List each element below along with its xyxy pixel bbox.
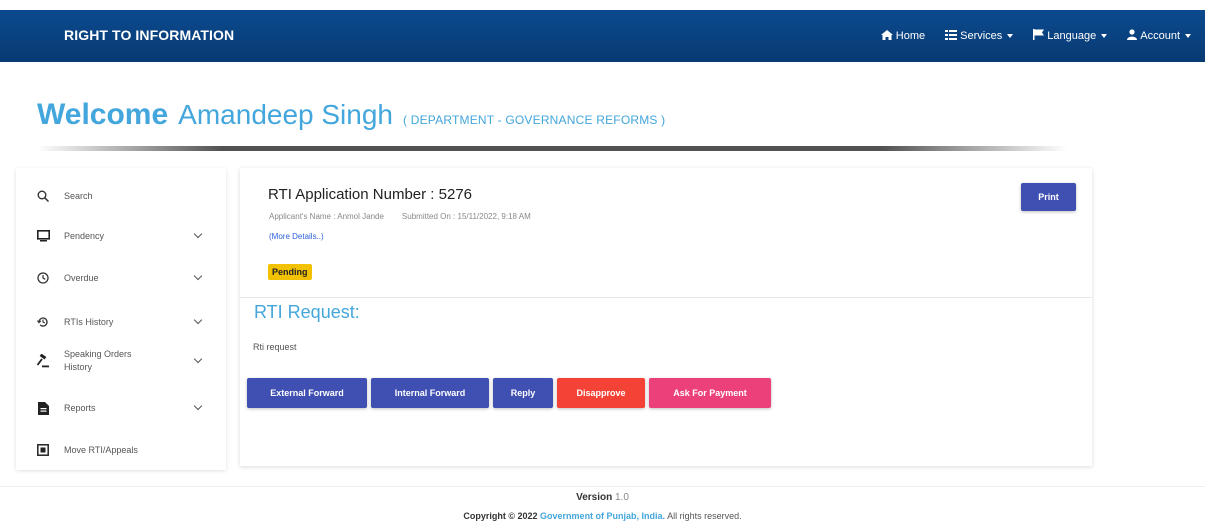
application-header: RTI Application Number : 5276 Applicant'… <box>240 168 1092 298</box>
history-icon <box>36 315 50 329</box>
nav-services[interactable]: Services <box>945 29 1014 43</box>
sidebar-item-reports[interactable]: Reports <box>16 398 226 418</box>
welcome-divider <box>37 146 1067 151</box>
nav-home[interactable]: Home <box>880 29 926 43</box>
action-buttons: External Forward Internal Forward Reply … <box>247 378 771 408</box>
sidebar-item-label: Move RTI/Appeals <box>64 444 138 455</box>
nav-language[interactable]: Language <box>1033 29 1108 43</box>
org-link[interactable]: Government of Punjab, India. <box>540 511 665 521</box>
nav-account-label: Account <box>1140 30 1180 42</box>
footer-divider <box>0 486 1205 487</box>
application-card: RTI Application Number : 5276 Applicant'… <box>240 168 1092 466</box>
nav-language-label: Language <box>1047 30 1097 42</box>
list-icon <box>945 29 958 43</box>
more-details-link[interactable]: (More Details..) <box>269 232 324 241</box>
welcome-heading: Welcome Amandeep Singh ( DEPARTMENT - GO… <box>37 98 665 132</box>
sidebar-item-speaking-orders[interactable]: Speaking Orders History <box>16 346 226 376</box>
copyright: Copyright © 2022 Government of Punjab, I… <box>0 511 1205 521</box>
external-forward-button[interactable]: External Forward <box>247 378 367 408</box>
top-navbar: RIGHT TO INFORMATION Home Services Langu… <box>0 10 1205 62</box>
applicant-name: Applicant's Name : Anmol Jande <box>269 212 384 221</box>
nav-home-label: Home <box>895 30 926 42</box>
home-icon <box>880 29 893 43</box>
sidebar-item-pendency[interactable]: Pendency <box>16 226 226 246</box>
sidebar-item-label: Overdue <box>64 272 99 283</box>
sidebar-item-rtis-history[interactable]: RTIs History <box>16 312 226 332</box>
flag-icon <box>1033 29 1045 43</box>
clock-icon <box>36 271 50 285</box>
monitor-icon <box>36 229 50 243</box>
sidebar-item-search[interactable]: Search <box>16 186 226 206</box>
submitted-on: Submitted On : 15/11/2022, 9:18 AM <box>401 212 531 221</box>
chevron-down-icon <box>193 354 203 364</box>
nav-account[interactable]: Account <box>1127 29 1191 43</box>
ask-for-payment-button[interactable]: Ask For Payment <box>649 378 771 408</box>
rights-text: All rights reserved. <box>667 511 742 521</box>
internal-forward-button[interactable]: Internal Forward <box>371 378 489 408</box>
copyright-prefix: Copyright © 2022 <box>463 511 538 521</box>
rti-request-text: Rti request <box>253 342 297 352</box>
search-icon <box>36 189 50 203</box>
sidebar-item-move-rti[interactable]: Move RTI/Appeals <box>16 440 226 460</box>
document-icon <box>36 401 50 415</box>
sidebar-item-label: Search <box>64 190 93 201</box>
chevron-down-icon <box>193 401 203 411</box>
caret-down-icon <box>1101 34 1108 38</box>
chevron-down-icon <box>193 229 203 239</box>
chevron-down-icon <box>193 271 203 281</box>
version-label: Version <box>576 492 613 503</box>
disapprove-button[interactable]: Disapprove <box>557 378 645 408</box>
print-button[interactable]: Print <box>1021 183 1076 211</box>
application-number: RTI Application Number : 5276 <box>268 186 473 203</box>
version-info: Version 1.0 <box>0 492 1205 503</box>
welcome-word: Welcome <box>37 98 169 131</box>
chevron-down-icon <box>193 315 203 325</box>
application-meta: Applicant's Name : Anmol Jande Submitted … <box>269 212 531 221</box>
sidebar: Search Pendency Overdue RTIs History Spe… <box>16 168 226 470</box>
sidebar-item-label: Pendency <box>64 230 105 241</box>
status-badge: Pending <box>268 264 312 280</box>
sidebar-item-overdue[interactable]: Overdue <box>16 268 226 288</box>
brand-title[interactable]: RIGHT TO INFORMATION <box>64 27 234 43</box>
sidebar-item-label: RTIs History <box>64 316 114 327</box>
nav-menu: Home Services Language Account <box>880 10 1191 62</box>
version-value: 1.0 <box>615 492 629 503</box>
caret-down-icon <box>1007 34 1014 38</box>
reply-button[interactable]: Reply <box>493 378 553 408</box>
caret-down-icon <box>1185 34 1191 38</box>
user-icon <box>1127 29 1138 43</box>
sidebar-item-label: Speaking Orders History <box>64 349 132 372</box>
gavel-icon <box>36 354 50 368</box>
user-name: Amandeep Singh <box>178 99 393 130</box>
move-icon <box>36 443 50 457</box>
nav-services-label: Services <box>960 30 1003 42</box>
sidebar-item-label: Reports <box>64 402 96 413</box>
department-name: ( DEPARTMENT - GOVERNANCE REFORMS ) <box>403 113 666 127</box>
rti-request-title: RTI Request: <box>254 302 360 322</box>
